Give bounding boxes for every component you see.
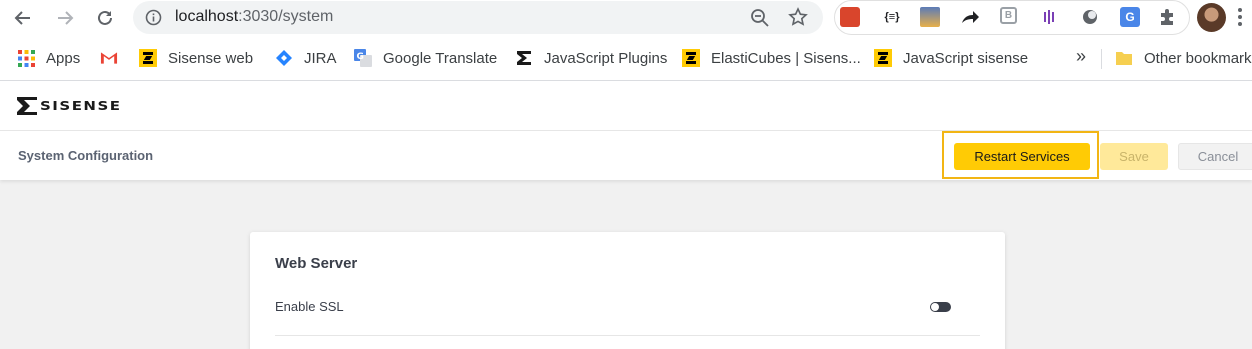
extension-bars-icon[interactable] <box>1040 7 1060 27</box>
profile-avatar[interactable] <box>1197 3 1226 32</box>
sisense-logo[interactable]: SISENSE <box>17 97 122 115</box>
bookmark-label: Google Translate <box>383 49 498 67</box>
cancel-button[interactable]: Cancel <box>1178 143 1252 170</box>
bookmark-elasticubes[interactable]: ElastiCubes | Sisens... <box>682 48 861 68</box>
info-icon[interactable] <box>145 9 162 31</box>
json-viewer-extension-icon[interactable]: {≡} <box>880 7 904 27</box>
card-title: Web Server <box>275 255 358 272</box>
sisense-icon <box>139 49 157 67</box>
bookmark-label: ElastiCubes | Sisens... <box>711 49 861 67</box>
forward-arrow-icon[interactable] <box>53 6 77 30</box>
bookmark-label: Apps <box>46 49 81 67</box>
page-title: System Configuration <box>18 148 154 163</box>
bookmark-label: JIRA <box>304 49 337 67</box>
page-subheader: System Configuration Restart Services Sa… <box>0 131 1252 180</box>
url-host: localhost <box>175 8 239 25</box>
browser-menu-icon[interactable] <box>1238 8 1242 29</box>
bookmark-javascript-sisense[interactable]: JavaScript sisense <box>874 48 1028 68</box>
folder-icon <box>1115 49 1133 67</box>
url-text[interactable]: localhost:3030/system <box>175 8 333 26</box>
reload-icon[interactable] <box>93 6 117 30</box>
sisense-icon <box>682 49 700 67</box>
logo-text: SISENSE <box>40 98 122 114</box>
bookmark-javascript-plugins[interactable]: JavaScript Plugins <box>515 48 667 68</box>
bookmark-jira[interactable]: JIRA <box>275 48 337 68</box>
save-button[interactable]: Save <box>1100 143 1168 170</box>
back-arrow-icon[interactable] <box>11 6 35 30</box>
extension-red-icon[interactable] <box>840 7 860 27</box>
enable-ssl-label: Enable SSL <box>275 299 344 314</box>
bookmark-label: JavaScript sisense <box>903 49 1029 67</box>
bookmark-sisense-web[interactable]: Sisense web <box>139 48 253 68</box>
browser-toolbar: localhost:3030/system {≡} B G <box>0 0 1252 36</box>
bookmark-label: Sisense web <box>168 49 254 67</box>
restart-services-button[interactable]: Restart Services <box>954 143 1090 170</box>
web-server-card: Web Server Enable SSL <box>250 232 1005 349</box>
bookmark-label: JavaScript Plugins <box>544 49 668 67</box>
extension-picture-icon[interactable] <box>920 7 940 27</box>
google-translate-icon: G <box>354 49 372 67</box>
bookmark-label: Other bookmarks <box>1144 49 1252 67</box>
google-translate-extension-icon[interactable]: G <box>1120 7 1140 27</box>
sisense-icon <box>874 49 892 67</box>
share-arrow-extension-icon[interactable] <box>960 7 980 27</box>
extension-circle-icon[interactable] <box>1080 7 1100 27</box>
zoom-icon[interactable] <box>750 8 770 33</box>
extensions-puzzle-icon[interactable] <box>1158 7 1178 32</box>
bookmarks-bar: Apps Sisense web JIRA G Google Translate… <box>0 36 1252 81</box>
sisense-dark-icon <box>515 49 533 67</box>
bookmark-other-bookmarks[interactable]: Other bookmarks <box>1115 48 1252 68</box>
apps-grid-icon <box>17 49 35 67</box>
app-header: SISENSE <box>0 81 1252 131</box>
gmail-icon <box>100 49 118 67</box>
svg-text:G: G <box>357 52 364 62</box>
bookmark-apps[interactable]: Apps <box>17 48 80 68</box>
bookmark-gmail[interactable] <box>100 48 129 68</box>
address-bar[interactable]: localhost:3030/system <box>133 1 823 34</box>
bookmark-google-translate[interactable]: G Google Translate <box>354 48 497 68</box>
bookmarks-overflow-icon[interactable]: » <box>1076 46 1086 67</box>
url-path: :3030/system <box>238 8 334 25</box>
enable-ssl-toggle[interactable] <box>930 302 951 312</box>
bookmarks-separator <box>1101 49 1102 69</box>
sisense-logo-icon <box>17 97 37 115</box>
bookmark-star-icon[interactable] <box>788 7 808 32</box>
extension-b-icon[interactable]: B <box>1000 7 1017 24</box>
jira-icon <box>275 49 293 67</box>
card-divider <box>275 335 980 336</box>
